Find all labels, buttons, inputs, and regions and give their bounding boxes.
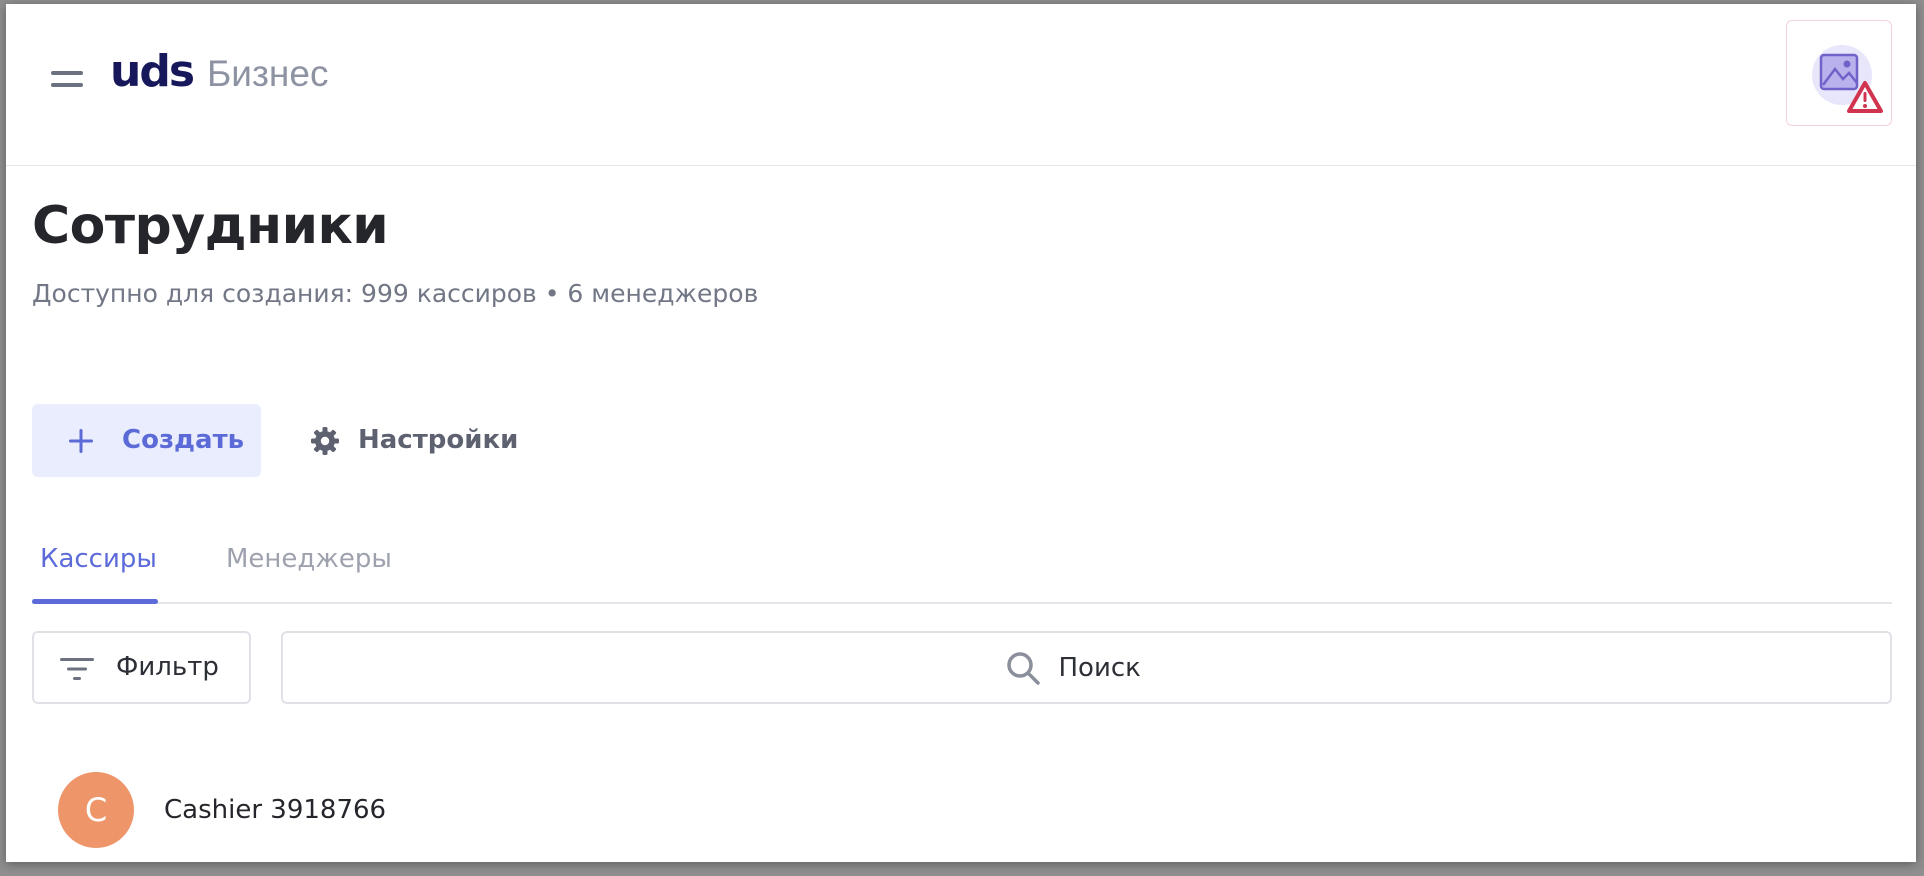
- hamburger-menu-icon[interactable]: [46, 59, 84, 97]
- filter-icon: [60, 658, 94, 680]
- employee-type-tabs: Кассиры Менеджеры: [32, 524, 1892, 604]
- gear-icon: [311, 427, 339, 455]
- search-icon: [1006, 651, 1040, 685]
- account-avatar-button[interactable]: [1786, 20, 1892, 126]
- employee-name: Cashier 3918766: [164, 795, 387, 825]
- settings-button[interactable]: Настройки: [304, 404, 524, 477]
- logo-mark: uds: [110, 46, 195, 97]
- broken-image-warning-icon: [1812, 45, 1883, 113]
- tab-managers[interactable]: Менеджеры: [226, 524, 392, 602]
- available-quota-text: Доступно для создания: 999 кассиров • 6 …: [32, 279, 759, 308]
- filter-button-label: Фильтр: [116, 652, 219, 682]
- logo-wordmark: Бизнес: [207, 53, 329, 94]
- app-logo[interactable]: uds Бизнес: [110, 46, 328, 106]
- page-title: Сотрудники: [32, 196, 389, 256]
- app-window: uds Бизнес Сотрудники Доступно для созда…: [6, 4, 1916, 862]
- create-button[interactable]: Создать: [32, 404, 261, 477]
- employee-list-item[interactable]: C Cashier 3918766: [32, 760, 1892, 856]
- top-header: uds Бизнес: [6, 4, 1916, 166]
- filter-button[interactable]: Фильтр: [32, 631, 251, 704]
- create-button-label: Создать: [122, 425, 245, 455]
- plus-icon: [69, 429, 93, 453]
- search-input[interactable]: [1058, 652, 1169, 683]
- tab-cashiers[interactable]: Кассиры: [32, 524, 162, 604]
- search-field[interactable]: [281, 631, 1892, 704]
- settings-button-label: Настройки: [358, 425, 519, 455]
- employee-avatar: C: [58, 772, 134, 848]
